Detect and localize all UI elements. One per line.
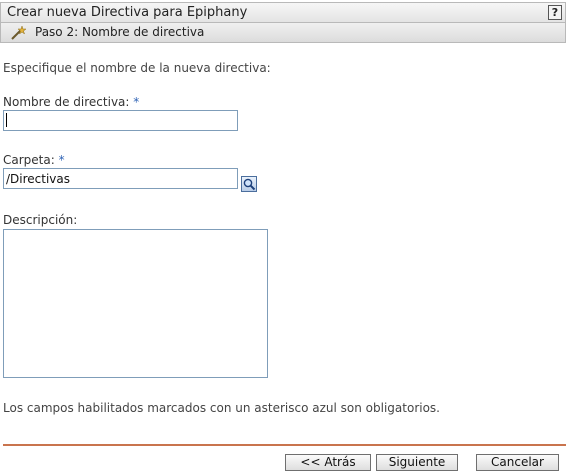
name-required-asterisk: *	[133, 95, 140, 109]
window-title: Crear nueva Directiva para Epiphany	[7, 5, 248, 20]
step-header: Paso 2: Nombre de directiva	[0, 22, 566, 43]
policy-name-input[interactable]	[3, 110, 238, 131]
name-label: Nombre de directiva: *	[3, 95, 139, 109]
text-caret	[6, 113, 7, 127]
cancel-button[interactable]: Cancelar	[476, 454, 559, 471]
browse-folder-button[interactable]	[241, 176, 257, 192]
intro-text: Especifique el nombre de la nueva direct…	[3, 61, 271, 75]
back-button[interactable]: << Atrás	[285, 454, 371, 471]
folder-label-text: Carpeta:	[3, 153, 55, 167]
help-button[interactable]: ?	[548, 5, 562, 20]
folder-input[interactable]	[3, 168, 238, 189]
folder-required-asterisk: *	[58, 153, 65, 167]
name-label-text: Nombre de directiva:	[3, 95, 130, 109]
description-textarea[interactable]	[3, 229, 268, 378]
footer-divider	[3, 444, 566, 446]
required-fields-note: Los campos habilitados marcados con un a…	[3, 401, 440, 415]
window-title-bar: Crear nueva Directiva para Epiphany ?	[0, 2, 566, 22]
wizard-wand-icon	[11, 25, 26, 40]
next-button[interactable]: Siguiente >>	[376, 454, 458, 472]
step-title: Paso 2: Nombre de directiva	[35, 25, 205, 39]
search-icon	[243, 178, 256, 191]
folder-label: Carpeta: *	[3, 153, 65, 167]
description-label: Descripción:	[3, 213, 78, 227]
